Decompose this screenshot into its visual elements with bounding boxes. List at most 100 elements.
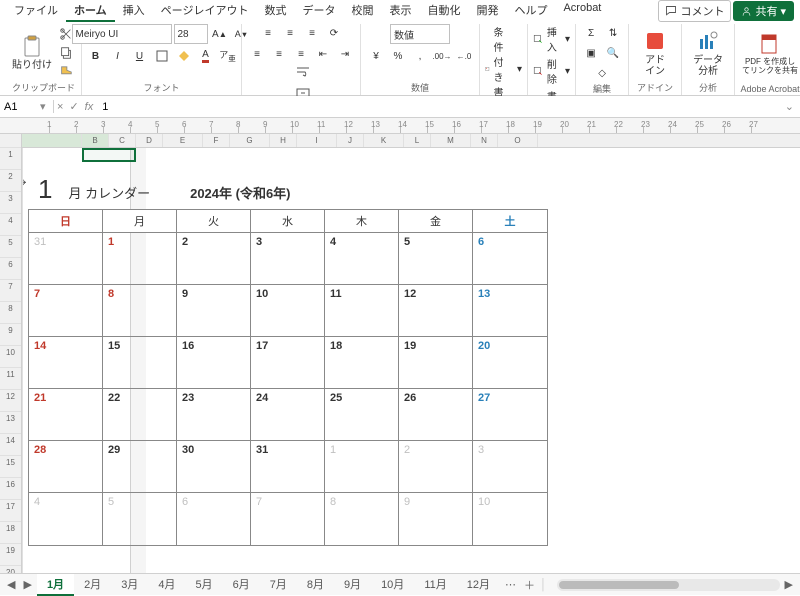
copy-button[interactable]: [56, 44, 76, 62]
sheet-tab[interactable]: 10月: [371, 574, 414, 596]
row-header[interactable]: 9: [0, 324, 21, 346]
align-left-button[interactable]: ≡: [247, 45, 267, 63]
phonetic-button[interactable]: ア亜: [218, 47, 238, 65]
sheet-tab[interactable]: 8月: [297, 574, 334, 596]
calendar-day[interactable]: 9: [399, 493, 473, 545]
acrobat-pdf-button[interactable]: PDF を作成し てリンクを共有: [740, 27, 800, 81]
row-header[interactable]: 10: [0, 346, 21, 368]
font-color-button[interactable]: A: [196, 47, 216, 65]
number-format-select[interactable]: 数値: [390, 24, 450, 44]
calendar-day[interactable]: 10: [251, 285, 325, 337]
menu-tab-5[interactable]: データ: [294, 0, 343, 22]
menu-tab-1[interactable]: ホーム: [66, 0, 115, 22]
addin-button[interactable]: アド イン: [634, 26, 676, 80]
row-header[interactable]: 6: [0, 258, 21, 280]
delete-cells-button[interactable]: 削除 ▾: [533, 56, 570, 86]
calendar-day[interactable]: 11: [325, 285, 399, 337]
indent-decrease-button[interactable]: ⇤: [313, 45, 333, 63]
sheet-tab[interactable]: 2月: [74, 574, 111, 596]
row-header[interactable]: 5: [0, 236, 21, 258]
sheet-tab[interactable]: 6月: [223, 574, 260, 596]
clear-button[interactable]: ◇: [592, 64, 612, 82]
column-header[interactable]: L: [404, 134, 431, 147]
worksheet-grid[interactable]: ✥ 1 月 カレンダー 2024年 (令和6年) 日月火水木金土31123456…: [22, 148, 800, 573]
calendar-day[interactable]: 18: [325, 337, 399, 389]
row-header[interactable]: 7: [0, 280, 21, 302]
column-header[interactable]: C: [109, 134, 136, 147]
calendar-day[interactable]: 10: [473, 493, 547, 545]
fill-button[interactable]: ▣: [581, 44, 601, 62]
sheet-tab[interactable]: 9月: [334, 574, 371, 596]
scroll-right-button[interactable]: ▶: [782, 578, 796, 591]
calendar-day[interactable]: 24: [251, 389, 325, 441]
increase-font-button[interactable]: A▲: [210, 25, 230, 43]
row-header[interactable]: 14: [0, 434, 21, 456]
border-button[interactable]: [152, 47, 172, 65]
fx-button[interactable]: fx: [82, 101, 97, 113]
confirm-formula-button[interactable]: ✓: [66, 100, 81, 113]
calendar-day[interactable]: 23: [177, 389, 251, 441]
row-header[interactable]: 18: [0, 522, 21, 544]
formula-input[interactable]: [96, 101, 779, 113]
fill-color-button[interactable]: [174, 47, 194, 65]
row-header[interactable]: 12: [0, 390, 21, 412]
menu-tab-6[interactable]: 校閲: [343, 0, 381, 22]
calendar-day[interactable]: 3: [251, 233, 325, 285]
orientation-button[interactable]: ⟳: [324, 24, 344, 42]
row-header[interactable]: 3: [0, 192, 21, 214]
row-header[interactable]: 19: [0, 544, 21, 566]
menu-tab-9[interactable]: 開発: [468, 0, 506, 22]
sheet-tab[interactable]: 5月: [185, 574, 222, 596]
horizontal-scrollbar[interactable]: [557, 579, 780, 591]
column-header[interactable]: B: [82, 134, 109, 147]
comment-button[interactable]: コメント: [658, 0, 731, 22]
decimal-increase-button[interactable]: .00→: [432, 47, 452, 65]
sheet-tab[interactable]: 4月: [148, 574, 185, 596]
percent-button[interactable]: %: [388, 47, 408, 65]
calendar-day[interactable]: 27: [473, 389, 547, 441]
column-header[interactable]: K: [364, 134, 404, 147]
menu-tab-2[interactable]: 挿入: [115, 0, 153, 22]
column-header[interactable]: G: [230, 134, 270, 147]
tab-more-button[interactable]: ⋯: [502, 578, 519, 591]
row-headers[interactable]: 1234567891011121314151617181920: [0, 134, 22, 573]
calendar-day[interactable]: 4: [325, 233, 399, 285]
column-header[interactable]: D: [136, 134, 163, 147]
row-header[interactable]: 8: [0, 302, 21, 324]
tab-prev-button[interactable]: ◀: [4, 578, 18, 591]
menu-tab-11[interactable]: Acrobat: [555, 0, 609, 22]
menu-tab-0[interactable]: ファイル: [6, 0, 66, 22]
calendar-day[interactable]: 2: [177, 233, 251, 285]
currency-button[interactable]: ¥: [366, 47, 386, 65]
calendar-day[interactable]: 5: [399, 233, 473, 285]
row-header[interactable]: 1: [0, 148, 21, 170]
column-header[interactable]: F: [203, 134, 230, 147]
insert-cells-button[interactable]: 挿入 ▾: [533, 24, 570, 54]
column-header[interactable]: J: [337, 134, 364, 147]
menu-tab-10[interactable]: ヘルプ: [506, 0, 555, 22]
row-header[interactable]: 16: [0, 478, 21, 500]
sheet-tab[interactable]: 7月: [260, 574, 297, 596]
font-size-select[interactable]: 28: [174, 24, 208, 44]
menu-tab-3[interactable]: ページレイアウト: [153, 0, 257, 22]
sort-button[interactable]: ⇅: [603, 24, 623, 42]
sheet-tab[interactable]: 12月: [457, 574, 500, 596]
find-button[interactable]: 🔍: [603, 44, 623, 62]
autosum-button[interactable]: Σ: [581, 24, 601, 42]
bold-button[interactable]: B: [86, 47, 106, 65]
expand-formula-button[interactable]: ⌄: [779, 100, 800, 113]
tab-next-button[interactable]: ▶: [20, 578, 34, 591]
column-headers[interactable]: BCDEFGHIJKLMNO: [22, 134, 800, 148]
calendar-day[interactable]: 25: [325, 389, 399, 441]
format-painter-button[interactable]: [56, 63, 76, 81]
column-header[interactable]: E: [163, 134, 203, 147]
add-sheet-button[interactable]: ＋: [521, 577, 538, 593]
align-middle-button[interactable]: ≡: [280, 24, 300, 42]
calendar-day[interactable]: 19: [399, 337, 473, 389]
calendar-day[interactable]: 1: [325, 441, 399, 493]
row-header[interactable]: 17: [0, 500, 21, 522]
menu-tab-7[interactable]: 表示: [381, 0, 419, 22]
calendar-day[interactable]: 2: [399, 441, 473, 493]
cancel-formula-button[interactable]: ×: [54, 101, 66, 113]
column-header[interactable]: M: [431, 134, 471, 147]
